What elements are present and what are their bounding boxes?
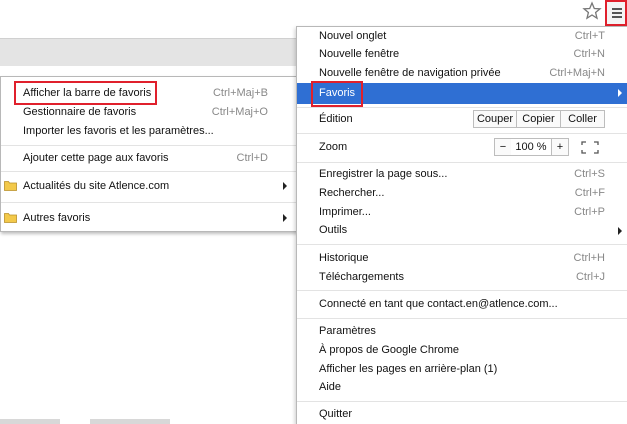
separator <box>297 133 627 134</box>
submenu-arrow-icon <box>283 214 287 222</box>
find-item[interactable]: Rechercher... Ctrl+F <box>297 184 627 203</box>
menu-item-label: Édition <box>319 113 353 125</box>
menu-item-label: Gestionnaire de favoris <box>23 106 137 118</box>
menu-item-label: Paramètres <box>319 325 376 337</box>
fullscreen-icon[interactable] <box>580 140 600 155</box>
import-bookmarks-item[interactable]: Importer les favoris et les paramètres..… <box>1 122 296 140</box>
separator <box>297 162 627 163</box>
separator <box>297 290 627 291</box>
zoom-level: 100 % <box>511 138 551 156</box>
separator <box>1 171 296 172</box>
menu-item-label: Ajouter cette page aux favoris <box>23 152 169 164</box>
shortcut-label: Ctrl+Maj+O <box>211 106 268 118</box>
callout-highlight <box>311 81 363 107</box>
menu-item-label: Aide <box>319 381 342 393</box>
shortcut-label: Ctrl+Maj+N <box>549 67 605 79</box>
separator <box>297 107 627 108</box>
menu-item-label: Outils <box>319 224 348 236</box>
menu-item-label: À propos de Google Chrome <box>319 344 460 356</box>
separator <box>297 318 627 319</box>
hamburger-menu-icon[interactable] <box>605 0 627 26</box>
separator <box>297 244 627 245</box>
shortcut-label: Ctrl+D <box>236 152 268 164</box>
shortcut-label: Ctrl+N <box>573 48 605 60</box>
save-page-item[interactable]: Enregistrer la page sous... Ctrl+S <box>297 165 627 184</box>
quit-item[interactable]: Quitter <box>297 405 627 424</box>
shortcut-label: Ctrl+T <box>574 30 605 42</box>
menu-item-label: Téléchargements <box>319 271 404 283</box>
edit-row: Édition Couper Copier Coller <box>297 109 627 131</box>
menu-item-label: Autres favoris <box>23 212 91 224</box>
menu-item-label: Importer les favoris et les paramètres..… <box>23 125 214 137</box>
menu-item-label: Actualités du site Atlence.com <box>23 180 170 192</box>
bookmark-manager-item[interactable]: Gestionnaire de favoris Ctrl+Maj+O <box>1 103 296 121</box>
tools-item[interactable]: Outils <box>297 221 627 240</box>
page-background <box>0 38 300 66</box>
bookmark-folder-atlence[interactable]: Actualités du site Atlence.com <box>1 177 296 195</box>
shortcut-label: Ctrl+H <box>573 252 605 264</box>
menu-item-label: Connecté en tant que contact.en@atlence.… <box>319 298 558 310</box>
settings-item[interactable]: Paramètres <box>297 322 627 341</box>
menu-item-label: Rechercher... <box>319 187 385 199</box>
new-tab-item[interactable]: Nouvel onglet Ctrl+T <box>297 27 627 46</box>
bookmark-folder-other[interactable]: Autres favoris <box>1 209 296 227</box>
menu-item-label: Afficher les pages en arrière-plan (1) <box>319 363 498 375</box>
menu-item-label: Nouvelle fenêtre <box>319 48 400 60</box>
bookmarks-submenu: Afficher la barre de favoris Ctrl+Maj+B … <box>0 76 297 232</box>
submenu-arrow-icon <box>618 227 622 235</box>
separator <box>297 401 627 402</box>
folder-icon <box>4 181 17 191</box>
add-bookmark-item[interactable]: Ajouter cette page aux favoris Ctrl+D <box>1 149 296 167</box>
zoom-in-button[interactable]: + <box>551 138 569 156</box>
separator <box>1 145 296 146</box>
shortcut-label: Ctrl+S <box>574 168 605 180</box>
help-item[interactable]: Aide <box>297 378 627 397</box>
history-item[interactable]: Historique Ctrl+H <box>297 249 627 268</box>
cut-button[interactable]: Couper <box>473 110 517 128</box>
callout-highlight <box>14 81 157 105</box>
browser-toolbar <box>0 0 627 26</box>
menu-item-label: Nouvel onglet <box>319 30 387 42</box>
zoom-out-button[interactable]: − <box>494 138 512 156</box>
folder-icon <box>4 213 17 223</box>
separator <box>1 202 296 203</box>
shortcut-label: Ctrl+Maj+B <box>212 87 268 99</box>
star-icon[interactable] <box>582 1 602 21</box>
menu-item-label: Zoom <box>319 141 348 153</box>
shortcut-label: Ctrl+J <box>575 271 605 283</box>
zoom-row: Zoom − 100 % + <box>297 137 627 159</box>
signed-in-item[interactable]: Connecté en tant que contact.en@atlence.… <box>297 295 627 314</box>
menu-item-label: Quitter <box>319 408 353 420</box>
submenu-arrow-icon <box>283 182 287 190</box>
paste-button[interactable]: Coller <box>560 110 605 128</box>
page-strip <box>0 419 60 424</box>
menu-item-label: Historique <box>319 252 369 264</box>
print-item[interactable]: Imprimer... Ctrl+P <box>297 203 627 222</box>
about-chrome-item[interactable]: À propos de Google Chrome <box>297 341 627 360</box>
submenu-arrow-icon <box>618 89 622 97</box>
page-strip <box>90 419 170 424</box>
copy-button[interactable]: Copier <box>516 110 561 128</box>
chrome-main-menu: Nouvel onglet Ctrl+T Nouvelle fenêtre Ct… <box>296 26 627 424</box>
downloads-item[interactable]: Téléchargements Ctrl+J <box>297 268 627 287</box>
new-window-item[interactable]: Nouvelle fenêtre Ctrl+N <box>297 45 627 64</box>
shortcut-label: Ctrl+P <box>574 206 605 218</box>
background-pages-item[interactable]: Afficher les pages en arrière-plan (1) <box>297 360 627 379</box>
shortcut-label: Ctrl+F <box>574 187 605 199</box>
menu-item-label: Enregistrer la page sous... <box>319 168 448 180</box>
menu-item-label: Imprimer... <box>319 206 371 218</box>
